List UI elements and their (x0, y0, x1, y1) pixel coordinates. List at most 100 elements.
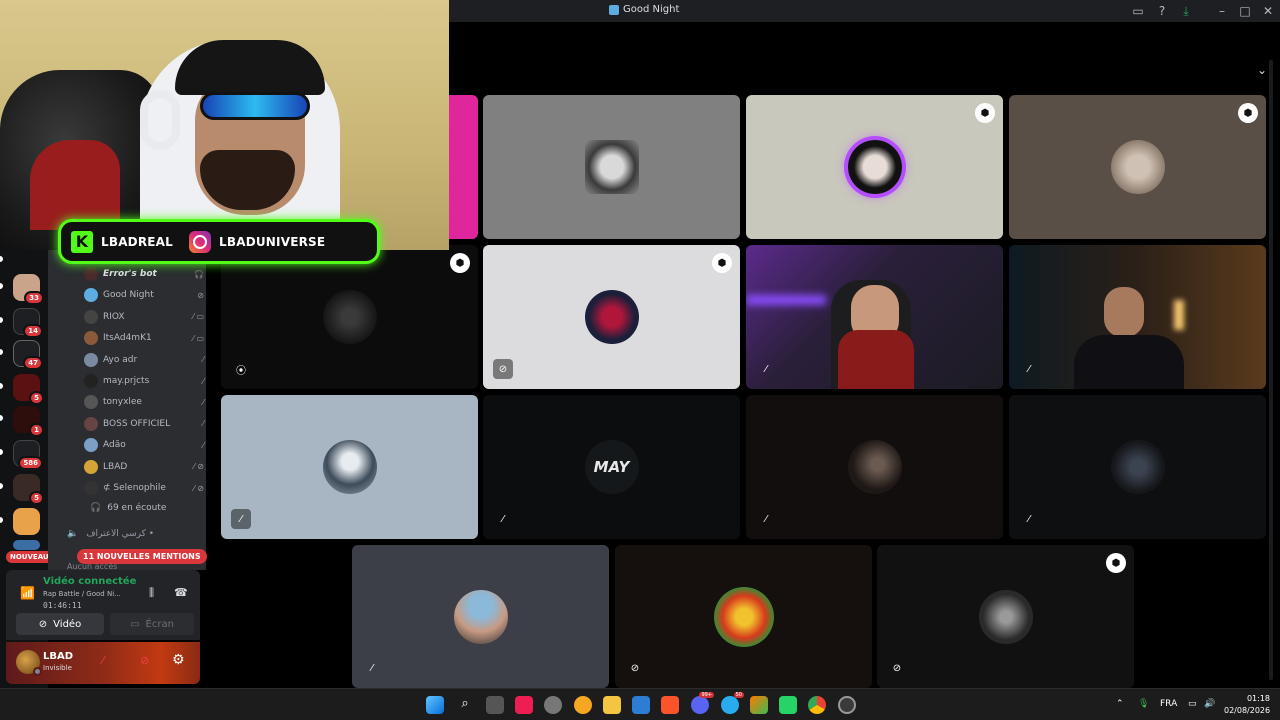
minimize-button[interactable]: – (1214, 3, 1230, 19)
help-icon[interactable]: ? (1154, 3, 1170, 19)
clock[interactable]: 01:18 02/08/2026 (1224, 693, 1270, 717)
video-tile-pink[interactable] (449, 95, 478, 239)
download-icon[interactable]: ⤓ (1178, 3, 1194, 19)
avatar (84, 416, 98, 431)
voice-member[interactable]: Good Night ⊘ (84, 286, 204, 304)
mention-badge: 47 (23, 356, 43, 370)
voice-status[interactable]: Vidéo connectée (43, 576, 136, 587)
tiktok-icon[interactable] (515, 696, 533, 714)
voice-member[interactable]: Error's bot 🎧 (84, 265, 204, 283)
new-badge[interactable]: NOUVEAU (6, 551, 53, 563)
voice-member[interactable]: ItsAd4mK1 ⁄ ▭ (84, 329, 204, 347)
voice-member[interactable]: may.prjcts ⁄ (84, 372, 204, 390)
voice-member[interactable]: tonyxlee ⁄ (84, 393, 204, 411)
start-icon[interactable] (426, 696, 444, 714)
shield-icon: ⬢ (712, 253, 732, 273)
app-icon (609, 4, 619, 15)
brave-icon[interactable] (661, 696, 679, 714)
settings-icon[interactable] (544, 696, 562, 714)
participant-avatar (322, 290, 377, 344)
disconnect-icon[interactable]: ☎ (174, 586, 188, 599)
avatar (84, 309, 98, 324)
avatar (84, 395, 98, 410)
server-icon[interactable] (13, 508, 40, 535)
task-view-icon[interactable] (486, 696, 504, 714)
maximize-button[interactable]: □ (1237, 3, 1253, 19)
avatar (84, 459, 98, 474)
chrome-icon[interactable] (808, 696, 826, 714)
server-icon[interactable]: 5 (13, 374, 44, 405)
username[interactable]: LBAD (43, 651, 73, 662)
scrollbar[interactable] (1269, 60, 1273, 680)
member-status-icons: ⁄ (202, 419, 204, 429)
video-tile[interactable]: ⬢ ⊘ (877, 545, 1134, 688)
video-tile[interactable]: ⁄ (1009, 395, 1266, 539)
file-explorer-icon[interactable] (603, 696, 621, 714)
signal-icon[interactable]: 📶 (20, 586, 35, 600)
video-tile[interactable] (483, 95, 740, 239)
language-indicator[interactable]: FRA (1160, 699, 1177, 709)
server-icon[interactable]: 14 (13, 308, 43, 338)
noise-suppression-icon[interactable]: ⫼ (149, 586, 154, 600)
video-button[interactable]: ⊘ Vidéo (16, 613, 104, 635)
voice-member[interactable]: BOSS OFFICIEL ⁄ (84, 415, 204, 433)
video-tile-camera[interactable]: ⁄ (746, 245, 1003, 389)
server-icon[interactable]: 47 (13, 340, 43, 370)
telegram-icon[interactable]: 50 (721, 692, 744, 714)
close-button[interactable]: ✕ (1260, 3, 1276, 19)
server-icon[interactable]: 33 (13, 274, 44, 305)
taskbar: ⌕ 99+ 50 ⌃ 🎙 FRA ▭ 🔊 01:18 02/08/2026 (0, 688, 1280, 720)
obs-icon[interactable] (838, 696, 856, 714)
inbox-icon[interactable]: ▭ (1130, 3, 1146, 19)
search-app-icon[interactable] (574, 696, 592, 714)
app-icon[interactable] (750, 696, 768, 714)
discord-icon[interactable]: 99+ (691, 692, 714, 714)
mic-muted-icon[interactable]: ⁄ (102, 654, 104, 667)
participant-avatar (453, 589, 508, 644)
listeners-label: 69 en écoute (107, 503, 167, 513)
screen-share-button[interactable]: ▭ Écran (110, 613, 194, 635)
kick-icon: K (71, 230, 93, 253)
chevron-down-icon[interactable]: ⌄ (1257, 63, 1267, 77)
voice-channel-item[interactable]: 🔈 كرسي الاعتراف • (67, 529, 154, 539)
server-icon[interactable] (13, 540, 40, 550)
video-tile[interactable]: ⬢ (1009, 95, 1266, 239)
whatsapp-icon[interactable] (779, 696, 797, 714)
video-tile[interactable]: ⊘ (615, 545, 872, 688)
member-name: ItsAd4mK1 (103, 333, 152, 344)
voice-member[interactable]: Adão ⁄ (84, 436, 204, 454)
deafen-icon[interactable]: ⊘ (140, 654, 149, 667)
video-tile-camera[interactable]: ⁄ (1009, 245, 1266, 389)
video-tile[interactable]: MAY ⁄ (483, 395, 740, 539)
voice-channel-name[interactable]: Rap Battle / Good Ni... (43, 590, 121, 598)
volume-icon[interactable]: 🔊 (1204, 699, 1215, 709)
person-cap (175, 40, 325, 95)
voice-member[interactable]: ⊄ Selenophile ⁄ ⊘ (84, 479, 204, 497)
muted-icon: ⁄ (765, 363, 767, 375)
gear-icon[interactable]: ⚙ (172, 652, 185, 668)
video-tile[interactable]: ⁄ (746, 395, 1003, 539)
video-tile[interactable]: ⬢ ⦿ (221, 245, 478, 389)
shield-icon: ⬢ (975, 103, 995, 123)
clock-time: 01:18 (1246, 694, 1270, 703)
chevron-up-icon[interactable]: ⌃ (1116, 699, 1124, 709)
user-status: Invisible (43, 664, 72, 672)
server-icon[interactable]: 5 (13, 474, 44, 505)
search-icon[interactable]: ⌕ (456, 696, 474, 714)
mic-icon[interactable]: 🎙 (1138, 699, 1149, 709)
video-tile[interactable]: ⬢ (746, 95, 1003, 239)
network-icon[interactable]: ▭ (1188, 699, 1197, 709)
video-tile[interactable]: ⁄ (352, 545, 609, 688)
server-icon[interactable]: 586 (13, 440, 43, 470)
video-tile[interactable]: ⬢ ⊘ (483, 245, 740, 389)
video-tile[interactable]: ⁄ (221, 395, 478, 539)
server-icon[interactable]: 1 (13, 406, 44, 437)
voice-member[interactable]: RIOX ⁄ ▭ (84, 308, 204, 326)
listeners-count[interactable]: 🎧 69 en écoute (90, 503, 166, 513)
participant-avatar (847, 440, 902, 494)
unread-pip (0, 349, 3, 355)
window-app-icon[interactable] (632, 696, 650, 714)
voice-member[interactable]: LBAD ⁄ ⊘ (84, 458, 204, 476)
voice-member[interactable]: Ayo adr ⁄ (84, 351, 204, 369)
streamer-webcam (0, 0, 449, 250)
